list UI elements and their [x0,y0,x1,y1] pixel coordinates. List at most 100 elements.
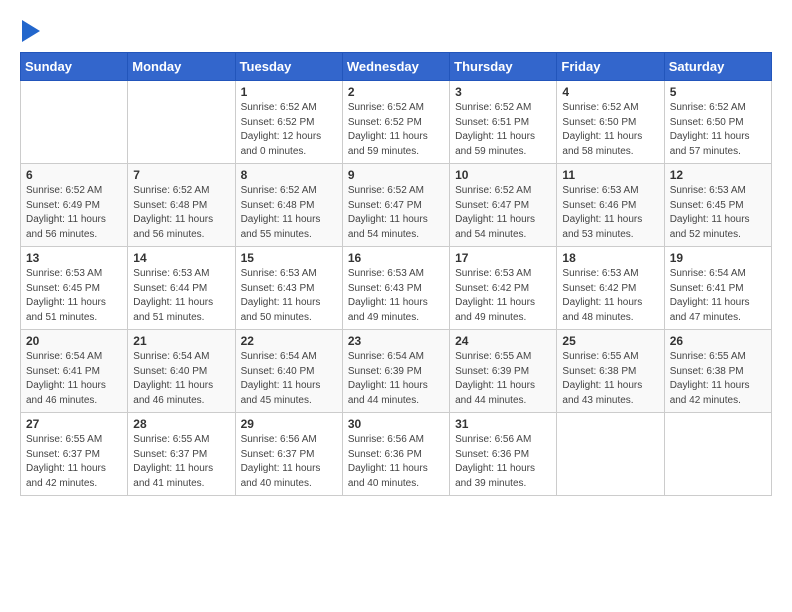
calendar-cell: 2 Sunrise: 6:52 AM Sunset: 6:52 PM Daylig… [342,81,449,164]
day-info: Sunrise: 6:54 AM Sunset: 6:40 PM Dayligh… [241,350,337,408]
calendar-table: SundayMondayTuesdayWednesdayThursdayFrid… [20,52,772,496]
calendar-cell: 8 Sunrise: 6:52 AM Sunset: 6:48 PM Daylig… [235,164,342,247]
calendar-cell: 4 Sunrise: 6:52 AM Sunset: 6:50 PM Daylig… [557,81,664,164]
day-info: Sunrise: 6:52 AM Sunset: 6:48 PM Dayligh… [241,184,337,242]
day-number: 31 [455,417,551,431]
day-info: Sunrise: 6:52 AM Sunset: 6:50 PM Dayligh… [670,101,766,159]
calendar-cell: 16 Sunrise: 6:53 AM Sunset: 6:43 PM Dayli… [342,247,449,330]
calendar-cell: 22 Sunrise: 6:54 AM Sunset: 6:40 PM Dayli… [235,330,342,413]
day-number: 1 [241,85,337,99]
day-info: Sunrise: 6:53 AM Sunset: 6:42 PM Dayligh… [562,267,658,325]
calendar-cell: 9 Sunrise: 6:52 AM Sunset: 6:47 PM Daylig… [342,164,449,247]
day-number: 25 [562,334,658,348]
day-info: Sunrise: 6:55 AM Sunset: 6:39 PM Dayligh… [455,350,551,408]
calendar-cell: 26 Sunrise: 6:55 AM Sunset: 6:38 PM Dayli… [664,330,771,413]
day-info: Sunrise: 6:54 AM Sunset: 6:40 PM Dayligh… [133,350,229,408]
calendar-week-row: 13 Sunrise: 6:53 AM Sunset: 6:45 PM Dayli… [21,247,772,330]
day-number: 18 [562,251,658,265]
calendar-cell: 12Sunrise: 6:53 AM Sunset: 6:45 PM Dayli… [664,164,771,247]
calendar-cell: 13 Sunrise: 6:53 AM Sunset: 6:45 PM Dayli… [21,247,128,330]
calendar-cell: 19Sunrise: 6:54 AM Sunset: 6:41 PM Dayli… [664,247,771,330]
calendar-cell [664,413,771,496]
calendar-cell: 27Sunrise: 6:55 AM Sunset: 6:37 PM Dayli… [21,413,128,496]
day-number: 2 [348,85,444,99]
day-info: Sunrise: 6:52 AM Sunset: 6:50 PM Dayligh… [562,101,658,159]
calendar-cell: 10Sunrise: 6:52 AM Sunset: 6:47 PM Dayli… [450,164,557,247]
calendar-cell: 6 Sunrise: 6:52 AM Sunset: 6:49 PM Daylig… [21,164,128,247]
day-number: 14 [133,251,229,265]
calendar-cell: 3 Sunrise: 6:52 AM Sunset: 6:51 PM Daylig… [450,81,557,164]
logo-flag-icon [22,20,40,42]
calendar-cell: 25 Sunrise: 6:55 AM Sunset: 6:38 PM Dayli… [557,330,664,413]
day-info: Sunrise: 6:53 AM Sunset: 6:42 PM Dayligh… [455,267,551,325]
day-info: Sunrise: 6:52 AM Sunset: 6:52 PM Dayligh… [348,101,444,159]
day-info: Sunrise: 6:52 AM Sunset: 6:48 PM Dayligh… [133,184,229,242]
calendar-header-saturday: Saturday [664,53,771,81]
day-info: Sunrise: 6:54 AM Sunset: 6:39 PM Dayligh… [348,350,444,408]
day-info: Sunrise: 6:52 AM Sunset: 6:51 PM Dayligh… [455,101,551,159]
day-info: Sunrise: 6:53 AM Sunset: 6:45 PM Dayligh… [26,267,122,325]
calendar-header-monday: Monday [128,53,235,81]
day-number: 5 [670,85,766,99]
calendar-header-sunday: Sunday [21,53,128,81]
calendar-cell: 30Sunrise: 6:56 AM Sunset: 6:36 PM Dayli… [342,413,449,496]
day-number: 17 [455,251,551,265]
day-number: 22 [241,334,337,348]
day-number: 24 [455,334,551,348]
day-info: Sunrise: 6:55 AM Sunset: 6:37 PM Dayligh… [133,433,229,491]
calendar-cell: 28 Sunrise: 6:55 AM Sunset: 6:37 PM Dayli… [128,413,235,496]
calendar-cell: 24 Sunrise: 6:55 AM Sunset: 6:39 PM Dayli… [450,330,557,413]
day-info: Sunrise: 6:56 AM Sunset: 6:36 PM Dayligh… [455,433,551,491]
page-header [20,20,772,42]
day-number: 16 [348,251,444,265]
calendar-week-row: 20 Sunrise: 6:54 AM Sunset: 6:41 PM Dayli… [21,330,772,413]
day-number: 6 [26,168,122,182]
day-info: Sunrise: 6:55 AM Sunset: 6:37 PM Dayligh… [26,433,122,491]
calendar-cell: 1 Sunrise: 6:52 AM Sunset: 6:52 PM Daylig… [235,81,342,164]
day-info: Sunrise: 6:53 AM Sunset: 6:45 PM Dayligh… [670,184,766,242]
calendar-week-row: 1 Sunrise: 6:52 AM Sunset: 6:52 PM Daylig… [21,81,772,164]
day-info: Sunrise: 6:53 AM Sunset: 6:46 PM Dayligh… [562,184,658,242]
day-info: Sunrise: 6:53 AM Sunset: 6:43 PM Dayligh… [348,267,444,325]
day-number: 4 [562,85,658,99]
calendar-cell: 23 Sunrise: 6:54 AM Sunset: 6:39 PM Dayli… [342,330,449,413]
calendar-cell: 29 Sunrise: 6:56 AM Sunset: 6:37 PM Dayli… [235,413,342,496]
day-info: Sunrise: 6:52 AM Sunset: 6:49 PM Dayligh… [26,184,122,242]
calendar-week-row: 6 Sunrise: 6:52 AM Sunset: 6:49 PM Daylig… [21,164,772,247]
day-number: 3 [455,85,551,99]
calendar-cell: 11 Sunrise: 6:53 AM Sunset: 6:46 PM Dayli… [557,164,664,247]
day-info: Sunrise: 6:52 AM Sunset: 6:47 PM Dayligh… [455,184,551,242]
day-number: 30 [348,417,444,431]
day-number: 29 [241,417,337,431]
day-number: 9 [348,168,444,182]
day-number: 7 [133,168,229,182]
calendar-cell: 5 Sunrise: 6:52 AM Sunset: 6:50 PM Daylig… [664,81,771,164]
day-number: 20 [26,334,122,348]
calendar-cell: 31 Sunrise: 6:56 AM Sunset: 6:36 PM Dayli… [450,413,557,496]
calendar-header-row: SundayMondayTuesdayWednesdayThursdayFrid… [21,53,772,81]
day-number: 28 [133,417,229,431]
day-number: 8 [241,168,337,182]
calendar-cell: 18 Sunrise: 6:53 AM Sunset: 6:42 PM Dayli… [557,247,664,330]
calendar-header-thursday: Thursday [450,53,557,81]
day-number: 11 [562,168,658,182]
day-number: 15 [241,251,337,265]
day-number: 23 [348,334,444,348]
logo [20,20,42,42]
day-info: Sunrise: 6:55 AM Sunset: 6:38 PM Dayligh… [562,350,658,408]
calendar-cell [21,81,128,164]
calendar-cell: 7 Sunrise: 6:52 AM Sunset: 6:48 PM Daylig… [128,164,235,247]
calendar-cell: 20 Sunrise: 6:54 AM Sunset: 6:41 PM Dayli… [21,330,128,413]
calendar-header-wednesday: Wednesday [342,53,449,81]
day-number: 21 [133,334,229,348]
day-number: 26 [670,334,766,348]
day-info: Sunrise: 6:52 AM Sunset: 6:47 PM Dayligh… [348,184,444,242]
day-info: Sunrise: 6:53 AM Sunset: 6:44 PM Dayligh… [133,267,229,325]
day-number: 13 [26,251,122,265]
day-info: Sunrise: 6:56 AM Sunset: 6:37 PM Dayligh… [241,433,337,491]
day-info: Sunrise: 6:55 AM Sunset: 6:38 PM Dayligh… [670,350,766,408]
day-info: Sunrise: 6:54 AM Sunset: 6:41 PM Dayligh… [26,350,122,408]
calendar-cell: 17 Sunrise: 6:53 AM Sunset: 6:42 PM Dayli… [450,247,557,330]
calendar-header-tuesday: Tuesday [235,53,342,81]
day-info: Sunrise: 6:52 AM Sunset: 6:52 PM Dayligh… [241,101,337,159]
